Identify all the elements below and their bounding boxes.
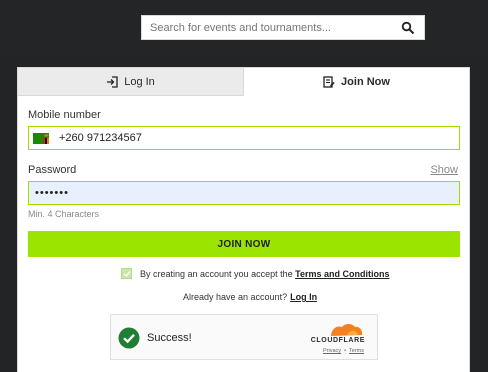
login-icon <box>107 75 118 88</box>
terms-row: By creating an account you accept the Te… <box>121 268 389 279</box>
tab-join-now[interactable]: Join Now <box>244 68 469 96</box>
top-bar <box>0 0 488 54</box>
cloudflare-links: Privacy • Terms <box>323 348 364 354</box>
log-in-link[interactable]: Log In <box>290 292 317 302</box>
mobile-number-field[interactable] <box>28 126 460 150</box>
search-box[interactable] <box>141 15 425 40</box>
password-hint: Min. 4 Characters <box>28 209 100 219</box>
cloudflare-brand: CLOUDFLARE <box>310 337 365 344</box>
mobile-number-label: Mobile number <box>28 109 101 121</box>
join-icon <box>323 76 335 88</box>
captcha-status: Success! <box>147 332 192 344</box>
password-input[interactable] <box>29 182 459 204</box>
tab-log-in[interactable]: Log In <box>18 68 244 96</box>
password-label: Password <box>28 164 77 176</box>
success-check-icon <box>118 327 140 349</box>
privacy-link[interactable]: Privacy <box>323 348 341 354</box>
search-input[interactable] <box>142 16 392 39</box>
checkmark-icon <box>123 270 131 277</box>
mobile-number-input[interactable] <box>29 127 459 149</box>
auth-tabs: Log In Join Now <box>18 68 469 96</box>
password-field[interactable] <box>28 181 460 205</box>
cloudflare-widget: Success! CLOUDFLARE Privacy • Terms <box>110 314 378 360</box>
links-separator: • <box>344 348 347 354</box>
terms-small-link[interactable]: Terms <box>349 348 364 354</box>
terms-link[interactable]: Terms and Conditions <box>295 269 389 279</box>
terms-checkbox[interactable] <box>121 268 132 279</box>
show-password-link[interactable]: Show <box>430 164 458 176</box>
already-account-row: Already have an account? Log In <box>183 292 317 302</box>
terms-text: By creating an account you accept the <box>140 268 293 279</box>
tab-log-in-label: Log In <box>124 75 155 88</box>
auth-panel: Log In Join Now Mobile number Password S… <box>17 67 470 372</box>
join-now-button[interactable]: JOIN NOW <box>28 231 460 257</box>
search-icon[interactable] <box>401 21 415 35</box>
already-account-text: Already have an account? <box>183 292 288 302</box>
zambia-flag-icon <box>33 133 49 144</box>
tab-join-now-label: Join Now <box>341 76 390 88</box>
